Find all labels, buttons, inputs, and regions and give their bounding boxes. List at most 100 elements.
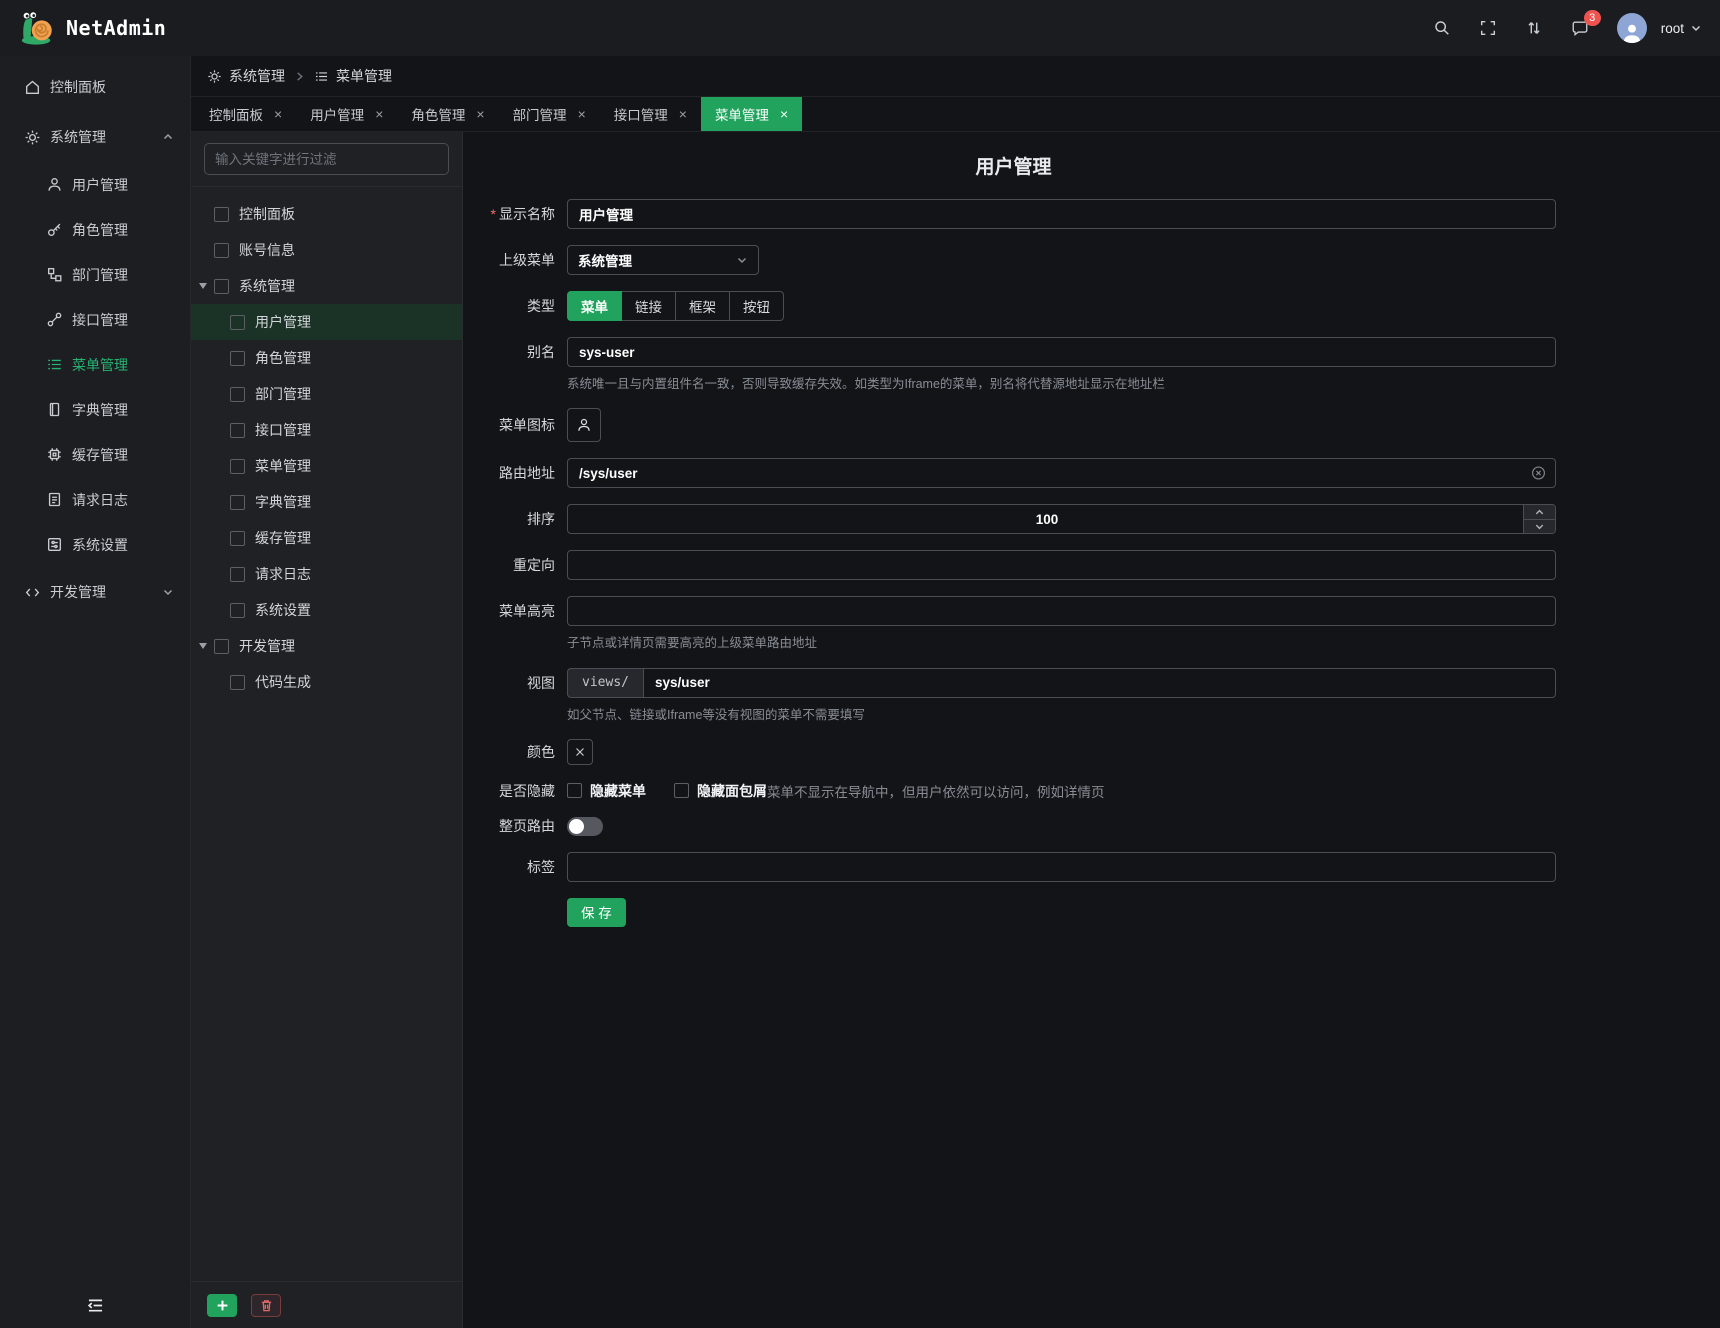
save-button[interactable]: 保 存 xyxy=(567,898,626,927)
type-option-link[interactable]: 链接 xyxy=(622,291,676,321)
sort-label: 排序 xyxy=(471,504,555,534)
collapse-sidebar-icon[interactable] xyxy=(87,1298,104,1313)
redirect-input[interactable] xyxy=(567,550,1556,580)
decrement-button[interactable] xyxy=(1524,520,1555,534)
view-input[interactable] xyxy=(643,668,1556,698)
sidebar-item-api[interactable]: 接口管理 xyxy=(0,297,190,342)
checkbox[interactable] xyxy=(230,423,245,438)
full-page-route-toggle[interactable] xyxy=(567,817,603,836)
tree-item-selected[interactable]: 用户管理 xyxy=(191,304,462,340)
notification-badge: 3 xyxy=(1584,10,1601,26)
tree-filter-input[interactable] xyxy=(204,143,449,175)
tab-dashboard[interactable]: 控制面板× xyxy=(195,97,296,131)
checkbox[interactable] xyxy=(230,567,245,582)
close-icon[interactable]: × xyxy=(476,107,484,121)
sidebar-item-dictionary[interactable]: 字典管理 xyxy=(0,387,190,432)
sidebar-group-development[interactable]: 开发管理 xyxy=(0,567,190,617)
close-icon[interactable]: × xyxy=(679,107,687,121)
sort-input[interactable] xyxy=(567,504,1556,534)
sidebar-item-menus[interactable]: 菜单管理 xyxy=(0,342,190,387)
chevron-down-icon xyxy=(736,254,748,266)
tree-item[interactable]: 请求日志 xyxy=(191,556,462,592)
sidebar-item-roles[interactable]: 角色管理 xyxy=(0,207,190,252)
cpu-icon xyxy=(46,446,63,463)
checkbox[interactable] xyxy=(214,639,229,654)
tree-item[interactable]: 接口管理 xyxy=(191,412,462,448)
tab-users[interactable]: 用户管理× xyxy=(296,97,397,131)
checkbox[interactable] xyxy=(230,675,245,690)
sort-arrows-icon[interactable] xyxy=(1525,19,1543,37)
color-picker-button[interactable] xyxy=(567,739,593,765)
checkbox[interactable] xyxy=(230,459,245,474)
sidebar-item-cache[interactable]: 缓存管理 xyxy=(0,432,190,477)
search-icon[interactable] xyxy=(1433,19,1451,37)
hide-menu-checkbox-item[interactable]: 隐藏菜单 xyxy=(567,781,646,801)
checkbox[interactable] xyxy=(230,351,245,366)
hide-breadcrumb-checkbox-item[interactable]: 隐藏面包屑 xyxy=(674,781,767,801)
close-icon[interactable]: × xyxy=(274,107,282,121)
notifications-button[interactable]: 3 xyxy=(1571,19,1589,37)
close-icon[interactable]: × xyxy=(578,107,586,121)
route-input[interactable] xyxy=(567,458,1556,488)
checkbox[interactable] xyxy=(674,783,689,798)
close-icon[interactable]: × xyxy=(375,107,383,121)
breadcrumb-item-menus[interactable]: 菜单管理 xyxy=(314,66,392,86)
tree-item[interactable]: 缓存管理 xyxy=(191,520,462,556)
tree-item[interactable]: 开发管理 xyxy=(191,628,462,664)
trash-icon xyxy=(260,1299,273,1312)
add-menu-button[interactable] xyxy=(207,1294,237,1317)
tree-item[interactable]: 账号信息 xyxy=(191,232,462,268)
sidebar: 控制面板 系统管理 用户管理 角色管理 部门管理 接口管理 菜单管理 xyxy=(0,56,191,1328)
tab-roles[interactable]: 角色管理× xyxy=(397,97,498,131)
sidebar-item-request-log[interactable]: 请求日志 xyxy=(0,477,190,522)
menu-icon-picker[interactable] xyxy=(567,408,601,442)
menu-tree-panel: 控制面板 账号信息 系统管理 用户管理 xyxy=(191,132,463,1328)
sidebar-group-system[interactable]: 系统管理 xyxy=(0,112,190,162)
checkbox[interactable] xyxy=(230,603,245,618)
tree-item[interactable]: 系统设置 xyxy=(191,592,462,628)
tag-input[interactable] xyxy=(567,852,1556,882)
user-menu[interactable]: root xyxy=(1661,21,1702,36)
caret-down-icon[interactable] xyxy=(199,643,207,649)
user-icon xyxy=(576,417,592,433)
breadcrumb-item-system[interactable]: 系统管理 xyxy=(207,66,285,86)
checkbox[interactable] xyxy=(230,315,245,330)
increment-button[interactable] xyxy=(1524,505,1555,520)
app-logo[interactable]: NetAdmin xyxy=(18,9,166,47)
tree-filter xyxy=(191,132,462,187)
checkbox[interactable] xyxy=(230,495,245,510)
tree-item[interactable]: 菜单管理 xyxy=(191,448,462,484)
parent-menu-select[interactable]: 系统管理 xyxy=(567,245,759,275)
tab-departments[interactable]: 部门管理× xyxy=(499,97,600,131)
type-option-menu[interactable]: 菜单 xyxy=(567,291,622,321)
sidebar-item-settings[interactable]: 系统设置 xyxy=(0,522,190,567)
sidebar-item-users[interactable]: 用户管理 xyxy=(0,162,190,207)
checkbox[interactable] xyxy=(214,243,229,258)
sidebar-item-departments[interactable]: 部门管理 xyxy=(0,252,190,297)
tree-item[interactable]: 系统管理 xyxy=(191,268,462,304)
sidebar-item-dashboard[interactable]: 控制面板 xyxy=(0,62,190,112)
fullscreen-icon[interactable] xyxy=(1479,19,1497,37)
checkbox[interactable] xyxy=(567,783,582,798)
tree-item[interactable]: 控制面板 xyxy=(191,196,462,232)
checkbox[interactable] xyxy=(230,531,245,546)
checkbox[interactable] xyxy=(214,207,229,222)
highlight-input[interactable] xyxy=(567,596,1556,626)
display-name-input[interactable] xyxy=(567,199,1556,229)
type-option-iframe[interactable]: 框架 xyxy=(676,291,730,321)
type-option-button[interactable]: 按钮 xyxy=(730,291,784,321)
tree-item[interactable]: 代码生成 xyxy=(191,664,462,700)
caret-down-icon[interactable] xyxy=(199,283,207,289)
avatar[interactable] xyxy=(1617,13,1647,43)
tab-menus[interactable]: 菜单管理× xyxy=(701,97,802,131)
tree-item[interactable]: 字典管理 xyxy=(191,484,462,520)
checkbox[interactable] xyxy=(230,387,245,402)
tree-item[interactable]: 部门管理 xyxy=(191,376,462,412)
alias-input[interactable] xyxy=(567,337,1556,367)
close-icon[interactable]: × xyxy=(780,107,788,121)
checkbox[interactable] xyxy=(214,279,229,294)
delete-menu-button[interactable] xyxy=(251,1294,281,1317)
tree-item[interactable]: 角色管理 xyxy=(191,340,462,376)
clear-icon[interactable] xyxy=(1531,466,1546,481)
tab-api[interactable]: 接口管理× xyxy=(600,97,701,131)
